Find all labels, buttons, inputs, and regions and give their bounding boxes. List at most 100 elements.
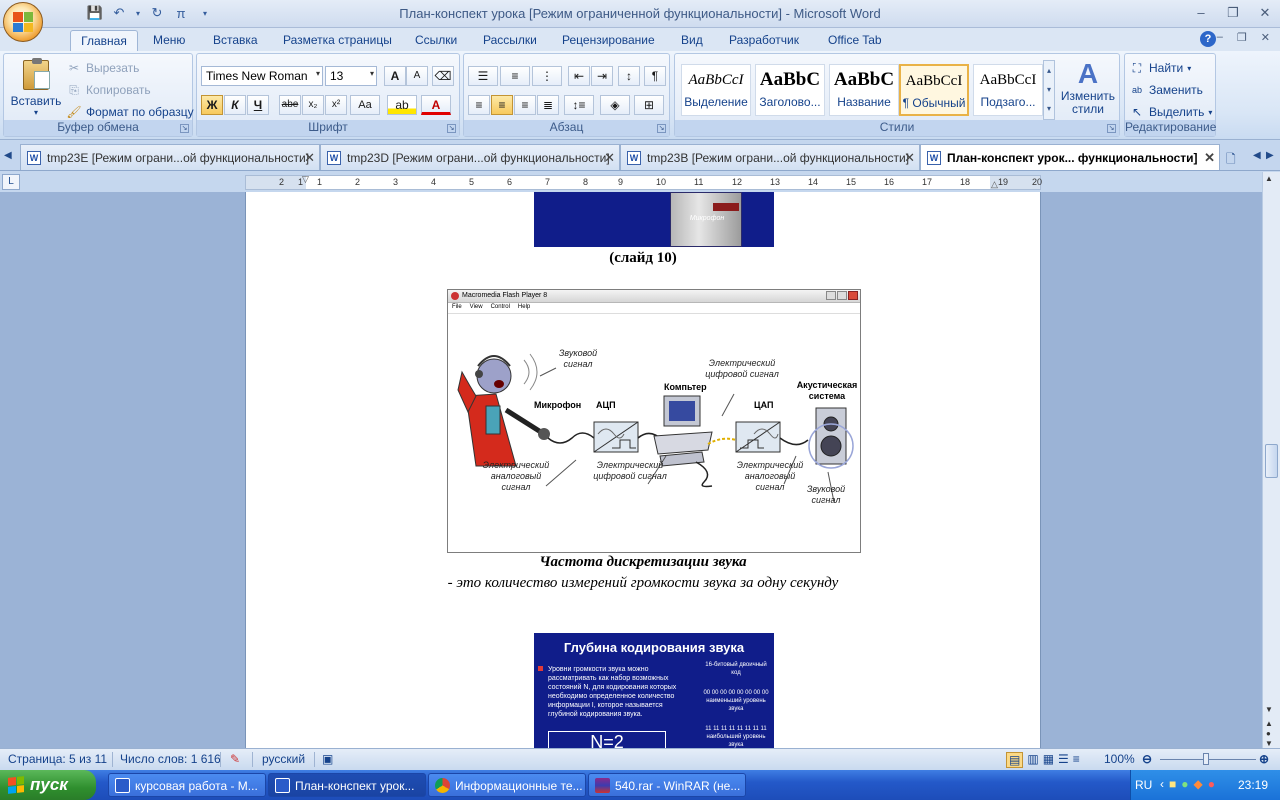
document-page[interactable]: Микрофон (слайд 10) Macromedia Flash Pla…	[245, 192, 1041, 748]
multilevel-list-icon[interactable]: ⋮	[532, 66, 562, 86]
style-emphasis[interactable]: AaBbCcI Выделение	[681, 64, 751, 116]
doc-tab-tmp23d[interactable]: Wtmp23D [Режим ограни...ой функционально…	[320, 144, 620, 170]
web-layout-icon[interactable]: ▦	[1043, 752, 1054, 768]
font-name-combo[interactable]: Times New Roman ▾	[201, 66, 323, 86]
tray-network-icon[interactable]: ●	[1181, 777, 1188, 791]
office-button[interactable]	[3, 2, 43, 42]
scroll-down-icon[interactable]: ▼	[1265, 705, 1273, 714]
strikethrough-button[interactable]: abe	[279, 95, 301, 115]
styles-scroll-icon[interactable]: ▴ ▾ ▾	[1043, 60, 1055, 120]
align-right-icon[interactable]: ≡	[514, 95, 536, 115]
tab-insert[interactable]: Вставка	[213, 30, 258, 51]
doc-tab-tmp23b[interactable]: Wtmp23B [Режим ограни...ой функционально…	[620, 144, 920, 170]
tray-arrow-icon[interactable]: ‹	[1160, 777, 1164, 791]
tab-page-layout[interactable]: Разметка страницы	[283, 30, 392, 51]
grow-font-button[interactable]: A	[384, 66, 406, 86]
tabs-next-icon[interactable]: ▶	[1266, 150, 1274, 161]
doc-minimize-icon[interactable]: –	[1217, 31, 1223, 44]
new-doc-icon[interactable]: 🗋	[1226, 150, 1236, 171]
scroll-up-icon[interactable]: ▲	[1265, 174, 1273, 183]
right-indent-icon[interactable]: △	[991, 179, 998, 190]
find-button[interactable]: ⛶ Найти ▾	[1129, 60, 1191, 76]
bullets-icon[interactable]: ☰	[468, 66, 498, 86]
style-heading[interactable]: AaBbC Заголово...	[755, 64, 825, 116]
clipboard-launcher-icon[interactable]: ↘	[180, 124, 189, 133]
minimize-icon[interactable]: –	[1192, 4, 1210, 22]
word-count-status[interactable]: Число слов: 1 616	[120, 752, 221, 766]
vertical-scrollbar[interactable]: ▲ ▼ ▲ ● ▼	[1262, 172, 1280, 748]
align-center-icon[interactable]: ≡	[491, 95, 513, 115]
change-styles-button[interactable]: A Изменить стили	[1059, 58, 1117, 116]
zoom-out-icon[interactable]: ⊖	[1142, 752, 1152, 766]
zoom-level[interactable]: 100%	[1104, 752, 1135, 766]
superscript-button[interactable]: x²	[325, 95, 347, 115]
task-winrar[interactable]: 540.rar - WinRAR (не...	[588, 773, 746, 797]
align-left-icon[interactable]: ≡	[468, 95, 490, 115]
shading-icon[interactable]: ◈	[600, 95, 630, 115]
print-layout-icon[interactable]: ▤	[1006, 752, 1024, 768]
first-line-indent-icon[interactable]: ▽	[302, 174, 309, 185]
font-color-icon[interactable]: A	[421, 95, 451, 115]
tray-shield-icon[interactable]: ◆	[1194, 777, 1203, 791]
page-count-status[interactable]: Страница: 5 из 11	[8, 752, 107, 766]
tab-review[interactable]: Рецензирование	[562, 30, 655, 51]
underline-button[interactable]: Ч	[247, 95, 269, 115]
justify-icon[interactable]: ≣	[537, 95, 559, 115]
language-indicator[interactable]: RU	[1135, 778, 1152, 792]
task-chrome[interactable]: Информационные те...	[428, 773, 586, 797]
proofing-icon[interactable]: ✎	[230, 752, 240, 766]
font-size-combo[interactable]: 13 ▾	[325, 66, 377, 86]
doc-restore-icon[interactable]: ❐	[1237, 31, 1247, 44]
style-subtitle[interactable]: AaBbCcI Подзаго...	[973, 64, 1043, 116]
font-launcher-icon[interactable]: ↘	[447, 124, 456, 133]
outline-icon[interactable]: ☰	[1058, 752, 1069, 768]
tab-mailings[interactable]: Рассылки	[483, 30, 537, 51]
paragraph-launcher-icon[interactable]: ↘	[657, 124, 666, 133]
tab-selector-icon[interactable]: L	[2, 174, 20, 190]
task-plan-konspekt[interactable]: План-конспект урок...	[268, 773, 426, 797]
next-page-icon[interactable]: ▼	[1265, 739, 1273, 748]
tab-developer[interactable]: Разработчик	[729, 30, 799, 51]
decrease-indent-icon[interactable]: ⇤	[568, 66, 590, 86]
reading-layout-icon[interactable]: ▥	[1027, 752, 1038, 768]
cut-button[interactable]: ✂ Вырезать	[66, 60, 139, 76]
macro-record-icon[interactable]: ▣	[322, 752, 333, 766]
tab-close-icon[interactable]: ✕	[1204, 150, 1215, 166]
start-button[interactable]: пуск	[0, 770, 96, 800]
scrollbar-thumb[interactable]	[1265, 444, 1278, 478]
line-spacing-icon[interactable]: ↕≡	[564, 95, 594, 115]
tab-home[interactable]: Главная	[70, 30, 138, 51]
replace-button[interactable]: ab Заменить	[1129, 82, 1203, 98]
italic-button[interactable]: К	[224, 95, 246, 115]
tabs-prev-icon[interactable]: ◀	[1253, 150, 1261, 161]
style-title[interactable]: AaBbC Название	[829, 64, 899, 116]
copy-button[interactable]: ⎘ Копировать	[66, 82, 150, 98]
tab-office-tab[interactable]: Office Tab	[828, 30, 882, 51]
tab-close-icon[interactable]: ✕	[604, 150, 615, 166]
tray-antivirus-icon[interactable]: ●	[1208, 777, 1215, 791]
tab-menu[interactable]: Меню	[153, 30, 185, 51]
select-button[interactable]: ↖ Выделить ▾	[1129, 104, 1212, 120]
bold-button[interactable]: Ж	[201, 95, 223, 115]
draft-icon[interactable]: ≡	[1073, 752, 1080, 768]
doc-close-icon[interactable]: ✕	[1261, 31, 1270, 44]
subscript-button[interactable]: x₂	[302, 95, 324, 115]
language-status[interactable]: русский	[262, 752, 305, 766]
increase-indent-icon[interactable]: ⇥	[591, 66, 613, 86]
prev-page-icon[interactable]: ▲	[1265, 719, 1273, 728]
styles-launcher-icon[interactable]: ↘	[1107, 124, 1116, 133]
format-painter-button[interactable]: 🖌 Формат по образцу	[66, 104, 193, 120]
tray-folder-icon[interactable]: ■	[1169, 777, 1176, 791]
browse-object-icon[interactable]: ●	[1266, 729, 1271, 738]
tab-references[interactable]: Ссылки	[415, 30, 457, 51]
tab-close-icon[interactable]: ✕	[904, 150, 915, 166]
tab-view[interactable]: Вид	[681, 30, 703, 51]
numbering-icon[interactable]: ≡	[500, 66, 530, 86]
borders-icon[interactable]: ⊞	[634, 95, 664, 115]
close-icon[interactable]: ✕	[1256, 4, 1274, 22]
horizontal-ruler[interactable]: 2 1 1 2 3 4 5 6 7 8 9 10 11 12 13 14 15 …	[245, 174, 1042, 190]
highlight-icon[interactable]: ab	[387, 95, 417, 115]
pilcrow-icon[interactable]: ¶	[644, 66, 666, 86]
help-icon[interactable]: ?	[1200, 31, 1216, 47]
shrink-font-button[interactable]: A	[406, 66, 428, 86]
